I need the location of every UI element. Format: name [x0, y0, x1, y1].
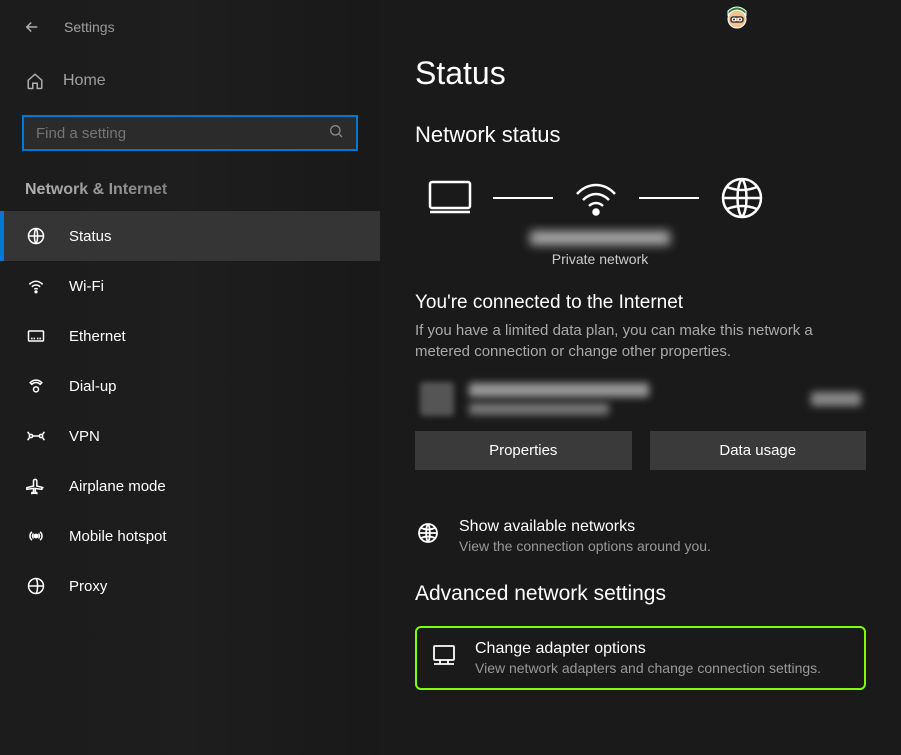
computer-icon: [425, 173, 475, 223]
sidebar-item-label: Wi-Fi: [69, 278, 104, 295]
properties-button[interactable]: Properties: [415, 431, 632, 470]
detail-value-blurred: [811, 392, 861, 406]
sidebar-item-label: Mobile hotspot: [69, 528, 167, 545]
avatar: [720, 5, 754, 39]
data-usage-button[interactable]: Data usage: [650, 431, 867, 470]
network-ssid-block: Private network: [520, 231, 680, 267]
sidebar-item-label: Dial-up: [69, 378, 117, 395]
dialup-icon: [25, 375, 47, 397]
search-input[interactable]: [36, 125, 328, 142]
sidebar-item-status[interactable]: Status: [0, 211, 380, 261]
wifi-icon: [25, 275, 47, 297]
link-title: Change adapter options: [475, 640, 821, 658]
sidebar-item-label: VPN: [69, 428, 100, 445]
wifi-signal-icon: [420, 382, 454, 416]
sidebar-item-label: Ethernet: [69, 328, 126, 345]
link-desc: View the connection options around you.: [459, 538, 711, 554]
proxy-icon: [25, 575, 47, 597]
globe-icon: [25, 225, 47, 247]
connected-desc: If you have a limited data plan, you can…: [415, 320, 866, 362]
connected-heading: You're connected to the Internet: [415, 292, 866, 314]
show-available-networks[interactable]: Show available networks View the connect…: [415, 510, 866, 562]
globe-icon: [415, 520, 441, 546]
network-detail-row: [415, 382, 866, 416]
sidebar-item-wifi[interactable]: Wi-Fi: [0, 261, 380, 311]
adapter-icon: [431, 642, 457, 668]
sidebar: Settings Home Network & Internet Status: [0, 0, 380, 755]
detail-sub-blurred: [469, 403, 609, 415]
network-diagram: [415, 173, 866, 223]
back-button[interactable]: [20, 15, 44, 39]
app-title: Settings: [64, 19, 115, 35]
search-icon: [328, 123, 344, 144]
home-label: Home: [63, 72, 106, 90]
diagram-line: [639, 197, 699, 199]
ethernet-icon: [25, 325, 47, 347]
sidebar-item-label: Status: [69, 228, 112, 245]
sidebar-item-hotspot[interactable]: Mobile hotspot: [0, 511, 380, 561]
diagram-line: [493, 197, 553, 199]
change-adapter-options[interactable]: Change adapter options View network adap…: [415, 626, 866, 690]
airplane-icon: [25, 475, 47, 497]
sidebar-item-label: Airplane mode: [69, 478, 166, 495]
sidebar-item-label: Proxy: [69, 578, 107, 595]
network-type: Private network: [520, 251, 680, 267]
advanced-heading: Advanced network settings: [415, 582, 866, 606]
hotspot-icon: [25, 525, 47, 547]
link-desc: View network adapters and change connect…: [475, 660, 821, 676]
sidebar-item-airplane[interactable]: Airplane mode: [0, 461, 380, 511]
link-title: Show available networks: [459, 518, 711, 536]
globe-diagram-icon: [717, 173, 767, 223]
sidebar-item-proxy[interactable]: Proxy: [0, 561, 380, 611]
search-box[interactable]: [22, 115, 358, 151]
section-title: Network & Internet: [0, 173, 380, 211]
page-title: Status: [415, 55, 866, 92]
home-nav[interactable]: Home: [0, 59, 380, 103]
wifi-diagram-icon: [571, 173, 621, 223]
sidebar-item-ethernet[interactable]: Ethernet: [0, 311, 380, 361]
home-icon: [25, 71, 45, 91]
detail-title-blurred: [469, 383, 649, 397]
main-content: Status Network status Private network Yo…: [380, 0, 901, 755]
sidebar-item-dialup[interactable]: Dial-up: [0, 361, 380, 411]
ssid-blurred: [530, 231, 670, 245]
vpn-icon: [25, 425, 47, 447]
sidebar-item-vpn[interactable]: VPN: [0, 411, 380, 461]
status-heading: Network status: [415, 122, 866, 148]
